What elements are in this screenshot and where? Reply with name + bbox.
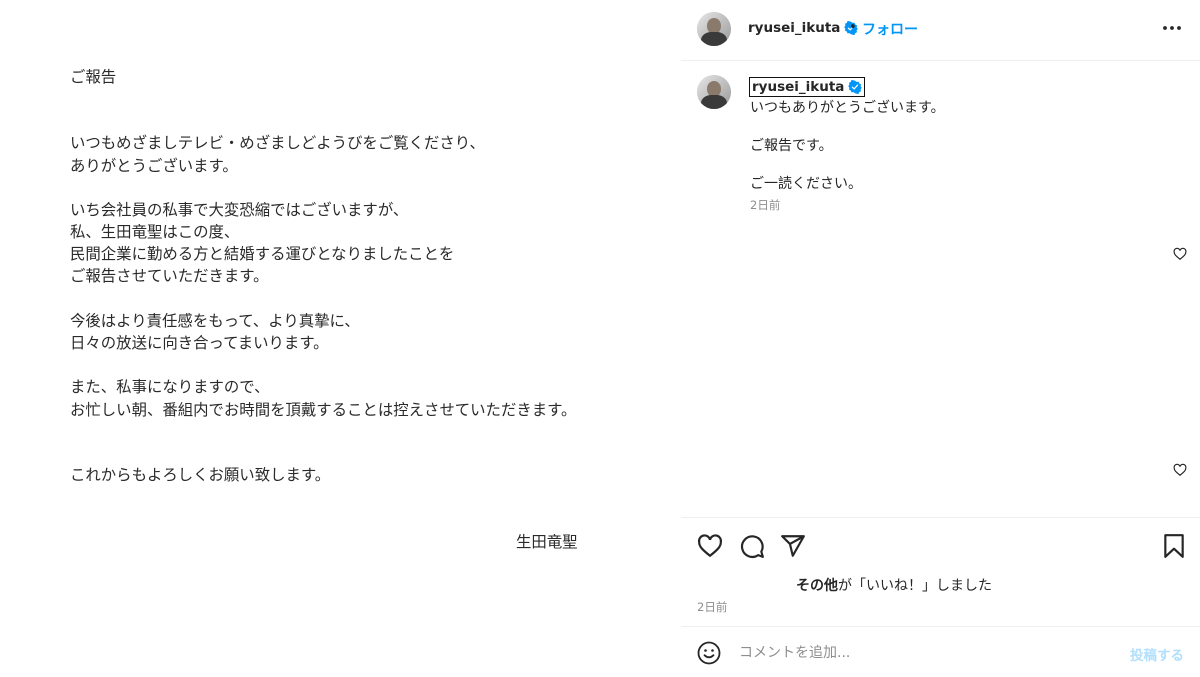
avatar[interactable]	[697, 12, 731, 46]
letter-line: ありがとうございます。	[70, 157, 238, 175]
letter-line: お忙しい朝、番組内でお時間を頂戴することは控えさせていただきます。	[70, 401, 577, 419]
letter-line: 民間企業に勤める方と結婚する運びとなりましたことを	[70, 245, 455, 263]
likes-others[interactable]: その他	[796, 578, 838, 594]
bookmark-icon[interactable]	[1161, 533, 1187, 559]
post-timestamp[interactable]: 2日前	[697, 599, 727, 615]
comment-like-heart-icon[interactable]	[1173, 247, 1187, 261]
post-header: ryusei_ikuta • フォロー	[681, 0, 1200, 61]
caption-avatar[interactable]	[697, 75, 731, 109]
caption-line: ご報告です。	[750, 138, 833, 154]
comment-bar: 投稿する	[681, 626, 1200, 677]
emoji-icon[interactable]	[697, 641, 721, 665]
caption-area	[681, 61, 1200, 516]
more-options-icon[interactable]	[1160, 18, 1184, 38]
verified-badge-icon	[848, 80, 863, 94]
comment-icon[interactable]	[739, 533, 765, 559]
likes-text: が「いいね！」しました	[838, 578, 992, 594]
letter-line: これからもよろしくお願い致します。	[70, 466, 331, 484]
letter-line: いつもめざましテレビ・めざましどようびをご覧くださり、	[70, 134, 485, 152]
letter-line: 私、生田竜聖はこの度、	[70, 223, 240, 241]
letter-line: ご報告させていただきます。	[70, 267, 269, 285]
post-comment-button[interactable]: 投稿する	[1130, 644, 1184, 664]
caption-line: ご一読ください。	[750, 176, 862, 192]
caption-username: ryusei_ikuta	[752, 79, 845, 95]
likes-summary[interactable]: その他が「いいね！」しました	[796, 575, 992, 595]
caption-line: いつもありがとうございます。	[750, 100, 945, 116]
letter-title: ご報告	[70, 68, 117, 86]
instagram-post-view: ご報告 いつもめざましテレビ・めざましどようびをご覧くださり、 ありがとうござい…	[0, 0, 1200, 676]
separator-dot: •	[849, 20, 857, 35]
caption-username-link[interactable]: ryusei_ikuta	[749, 77, 866, 97]
comment-like-heart-icon[interactable]	[1173, 463, 1187, 477]
post-side-panel: ryusei_ikuta • フォロー ryusei_ikuta いつもありがと…	[681, 0, 1200, 676]
follow-button[interactable]: フォロー	[862, 19, 918, 39]
heart-icon[interactable]	[697, 533, 723, 559]
letter-line: いち会社員の私事で大変恐縮ではございますが、	[70, 201, 409, 219]
header-username-link[interactable]: ryusei_ikuta	[748, 20, 859, 36]
comment-input[interactable]	[737, 640, 1101, 666]
letter-line: 日々の放送に向き合ってまいります。	[70, 334, 329, 352]
post-image: ご報告 いつもめざましテレビ・めざましどようびをご覧くださり、 ありがとうござい…	[0, 0, 682, 676]
letter-line: 今後はより責任感をもって、より真摯に、	[70, 312, 360, 330]
post-actions: その他が「いいね！」しました 2日前	[681, 517, 1200, 628]
letter-signature: 生田竜聖	[516, 533, 578, 551]
letter-line: また、私事になりますので、	[70, 378, 270, 396]
header-username: ryusei_ikuta	[748, 20, 841, 36]
caption-timestamp: 2日前	[750, 198, 781, 212]
share-icon[interactable]	[780, 533, 806, 559]
